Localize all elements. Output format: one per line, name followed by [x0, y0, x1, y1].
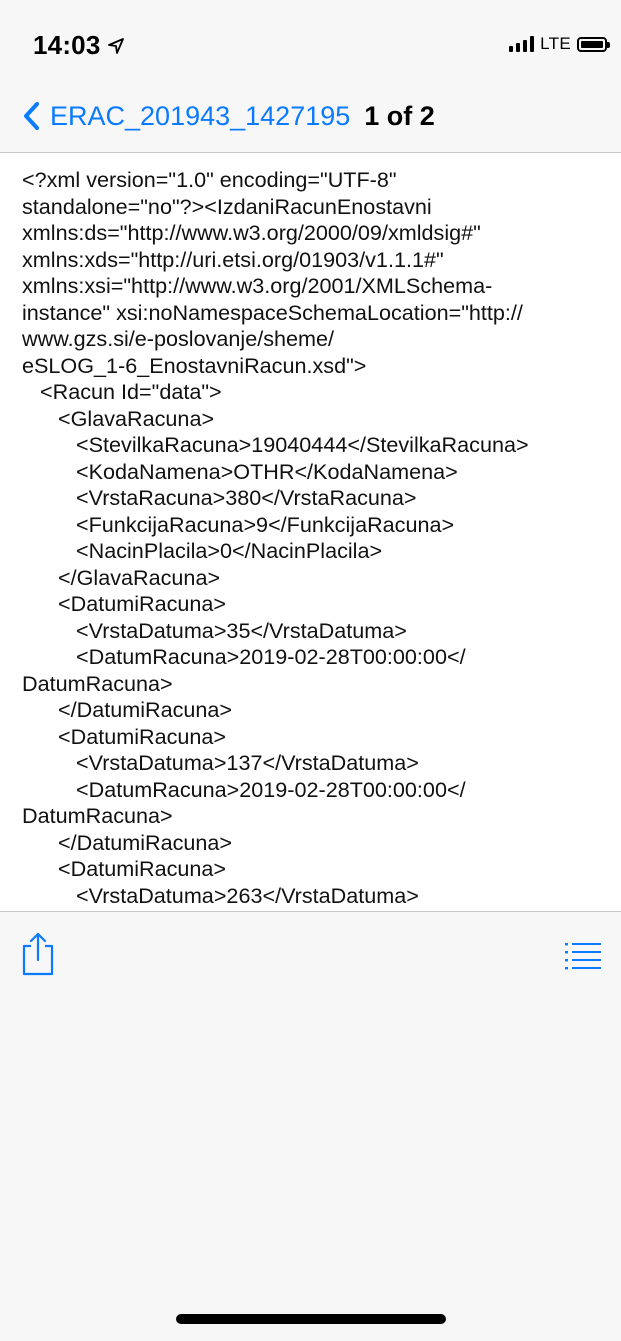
- xml-line: <DatumiRacuna>: [22, 723, 227, 749]
- xml-line: standalone="no"?><IzdaniRacunEnostavni: [22, 193, 432, 219]
- outline-button[interactable]: [563, 940, 603, 970]
- back-button-label: ERAC_201943_1427195: [50, 100, 351, 131]
- xml-line: xmlns:ds="http://www.w3.org/2000/09/xmld…: [22, 220, 481, 245]
- xml-line: xmlns:xsi="http://www.w3.org/2001/XMLSch…: [22, 273, 493, 298]
- xml-line: <GlavaRacuna>: [22, 405, 215, 431]
- share-icon: [22, 932, 54, 976]
- location-arrow-icon: [107, 37, 124, 54]
- network-type: LTE: [540, 34, 571, 53]
- xml-line: <DatumRacuna>2019-02-28T00:00:00</: [22, 776, 466, 802]
- document-content[interactable]: <?xml version="1.0" encoding="UTF-8" sta…: [0, 153, 621, 911]
- xml-line: <DatumiRacuna>: [22, 856, 227, 881]
- status-indicators: LTE: [509, 34, 610, 54]
- xml-line: <FunkcijaRacuna>9</FunkcijaRacuna>: [22, 511, 455, 537]
- xml-line: </DatumiRacuna>: [22, 697, 233, 722]
- xml-line: <KodaNamena>OTHR</KodaNamena>: [22, 458, 458, 484]
- battery-icon: [577, 36, 610, 52]
- xml-line: <DatumiRacuna>: [22, 591, 227, 616]
- xml-line: <?xml version="1.0" encoding="UTF-8": [22, 167, 397, 192]
- xml-line: </GlavaRacuna>: [22, 564, 221, 590]
- xml-line: <VrstaRacuna>380</VrstaRacuna>: [22, 485, 417, 510]
- xml-line: </DatumiRacuna>: [22, 829, 233, 855]
- page-indicator: 1 of 2: [364, 100, 435, 131]
- home-indicator[interactable]: [176, 1314, 446, 1324]
- xml-line: <VrstaDatuma>263</VrstaDatuma>: [22, 882, 419, 908]
- xml-line: <DatumRacuna>2019-02-28T00:00:00</: [22, 644, 466, 669]
- xml-line: www.gzs.si/e-poslovanje/sheme/: [22, 326, 335, 351]
- top-area: 14:03 LTE ERAC_201943_1427195 1 of 2: [0, 0, 621, 153]
- xml-line: instance" xsi:noNamespaceSchemaLocation=…: [22, 299, 523, 325]
- list-icon: [565, 943, 601, 970]
- status-time: 14:03: [33, 30, 101, 60]
- xml-line: <StevilkaRacuna>19040444</StevilkaRacuna…: [22, 432, 529, 457]
- xml-line: xmlns:xds="http://uri.etsi.org/01903/v1.…: [22, 246, 444, 272]
- cellular-signal-icon: [509, 36, 535, 52]
- status-bar: 14:03 LTE: [0, 0, 621, 80]
- xml-line: DatumRacuna>: [22, 670, 173, 696]
- chevron-left-icon: [24, 102, 39, 130]
- bottom-toolbar: [0, 911, 621, 1341]
- xml-line: <NacinPlacila>0</NacinPlacila>: [22, 538, 383, 563]
- xml-line: <VrstaDatuma>137</VrstaDatuma>: [22, 750, 419, 775]
- xml-line: <VrstaDatuma>35</VrstaDatuma>: [22, 617, 407, 643]
- status-time-group: 14:03: [33, 30, 125, 61]
- xml-document-text: <?xml version="1.0" encoding="UTF-8" sta…: [0, 153, 621, 911]
- xml-line: <Racun Id="data">: [22, 379, 222, 404]
- share-button[interactable]: [18, 932, 58, 976]
- xml-line: DatumRacuna>: [22, 803, 173, 828]
- navigation-bar: ERAC_201943_1427195 1 of 2: [0, 92, 621, 140]
- back-button[interactable]: ERAC_201943_1427195: [22, 101, 350, 132]
- xml-line: eSLOG_1-6_EnostavniRacun.xsd">: [22, 352, 367, 378]
